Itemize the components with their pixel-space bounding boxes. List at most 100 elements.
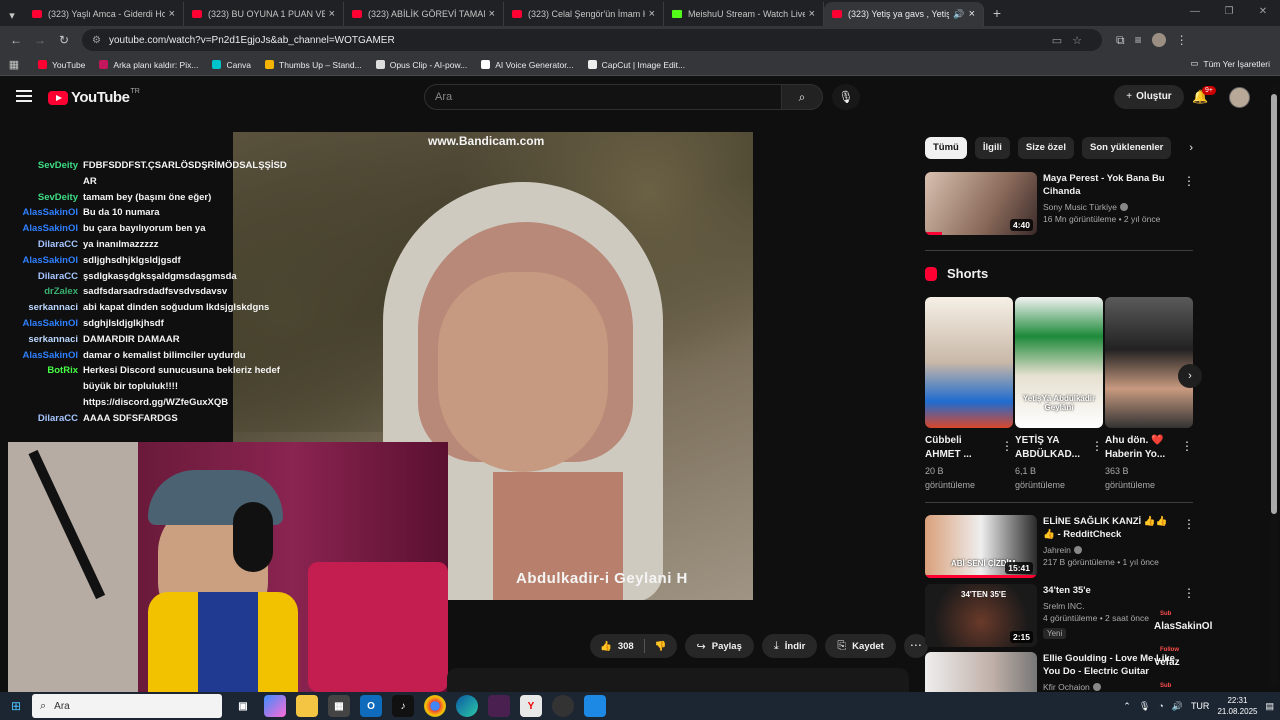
video-title[interactable]: 34'ten 35'e (1043, 584, 1177, 597)
apps-grid-icon[interactable]: ▦ (0, 58, 28, 71)
channel-name[interactable]: Jahrein (1043, 545, 1177, 555)
short-thumbnail[interactable]: YetişYâ Abdülkâdir Geylânî (1015, 297, 1103, 428)
close-tab-icon[interactable]: × (329, 8, 335, 20)
more-options-icon[interactable]: ⋮ (1001, 439, 1013, 453)
close-tab-icon[interactable]: × (489, 8, 495, 20)
close-tab-icon[interactable]: × (649, 8, 655, 20)
back-icon[interactable]: ← (4, 33, 28, 47)
menu-icon[interactable] (16, 90, 32, 105)
store-icon[interactable]: ▦ (328, 695, 350, 717)
channel-name[interactable]: Srelm INC. (1043, 601, 1177, 611)
dislike-button[interactable]: 👎 (645, 634, 677, 658)
filter-chip[interactable]: Tümü (925, 137, 967, 159)
video-thumbnail[interactable]: 4:40 (925, 172, 1037, 235)
reload-icon[interactable]: ↻ (52, 33, 76, 47)
download-button[interactable]: ⤓ İndir (761, 634, 818, 658)
account-avatar[interactable] (1229, 87, 1250, 108)
bookmark-item[interactable]: YouTube (38, 60, 85, 70)
filter-chip[interactable]: İlgili (974, 137, 1010, 159)
more-options-icon[interactable]: ⋮ (1183, 174, 1195, 188)
bookmark-item[interactable]: Arka planı kaldır: Pix... (99, 60, 198, 70)
browser-menu-icon[interactable]: ⋮ (1176, 33, 1188, 47)
recommended-video[interactable]: ABİ SENİ ÇİZDİM 15:41 ELİNE SAĞLIK KANZİ… (925, 515, 1195, 578)
short-thumbnail[interactable] (925, 297, 1013, 428)
tab-search-icon[interactable]: ▾ (0, 4, 24, 26)
search-icon[interactable]: ⌕ (781, 84, 823, 110)
chevron-right-icon[interactable]: › (1178, 364, 1202, 388)
site-info-icon[interactable]: ⚙ (92, 35, 101, 46)
youtube-logo[interactable]: YouTube TR (48, 88, 140, 106)
more-options-icon[interactable]: ⋮ (1181, 439, 1193, 453)
obs-icon[interactable] (552, 695, 574, 717)
tiktok-icon[interactable]: ♪ (392, 695, 414, 717)
description-panel[interactable] (447, 668, 909, 694)
recommended-video[interactable]: 4:40 Maya Perest - Yok Bana Bu Cihanda S… (925, 172, 1195, 235)
more-options-icon[interactable]: ⋮ (1183, 517, 1195, 531)
forward-icon[interactable]: → (28, 33, 52, 47)
close-tab-icon[interactable]: × (169, 8, 175, 20)
volume-icon[interactable]: 🔊 (1172, 701, 1183, 712)
all-bookmarks-button[interactable]: ▭ Tüm Yer İşaretleri (1190, 58, 1270, 69)
channel-name[interactable]: Kfir Ochaion (1043, 682, 1177, 692)
short-title[interactable]: Ahu dön. ❤️ Haberin Yo... (1105, 434, 1175, 462)
short-thumbnail[interactable] (1105, 297, 1193, 428)
edge-icon[interactable] (456, 695, 478, 717)
create-button[interactable]: + Oluştur (1114, 85, 1184, 109)
profile-avatar[interactable] (1151, 33, 1166, 47)
short-title[interactable]: Cübbeli AHMET ... (925, 434, 995, 462)
maximize-icon[interactable]: ❐ (1212, 0, 1246, 24)
share-button[interactable]: ↪ Paylaş (684, 634, 754, 658)
bookmark-item[interactable]: CapCut | Image Edit... (587, 60, 685, 70)
microphone-icon[interactable]: 🎙 (832, 84, 860, 110)
channel-name[interactable]: Sony Music Türkiye (1043, 202, 1177, 212)
more-options-icon[interactable]: ⋮ (1183, 586, 1195, 600)
like-button[interactable]: 👍 308 (590, 634, 644, 658)
bookmark-item[interactable]: Opus Clip - AI-pow... (375, 60, 467, 70)
outlook-icon[interactable]: O (360, 695, 382, 717)
save-button[interactable]: ⎘ Kaydet (825, 634, 896, 658)
short-title[interactable]: YETİŞ YA ABDÜLKAD... (1015, 434, 1085, 462)
short-item[interactable]: YetişYâ Abdülkâdir Geylânî YETİŞ YA ABDÜL… (1015, 297, 1103, 492)
close-tab-icon[interactable]: × (809, 8, 815, 20)
recommended-video[interactable]: 34'TEN 35'E 2:15 34'ten 35'e Srelm INC. … (925, 584, 1195, 647)
browser-tab[interactable]: (323) Yetiş ya gavs , Yetiş ya🔊 × (824, 2, 984, 26)
browser-tab[interactable]: (323) Yaşlı Amca - Giderdi Hoşuma × (24, 2, 184, 26)
app-icon-blue[interactable] (584, 695, 606, 717)
close-window-icon[interactable]: ✕ (1246, 0, 1280, 24)
browser-tab[interactable]: (323) ABİLİK GÖREVİ TAMAMLA × (344, 2, 504, 26)
media-control-icon[interactable]: ≡ (1135, 33, 1142, 47)
audio-playing-icon[interactable]: 🔊 (953, 9, 964, 20)
page-scrollbar[interactable] (1271, 86, 1277, 686)
bookmark-item[interactable]: Canva (212, 60, 251, 70)
short-item[interactable]: Cübbeli AHMET ... 20 B görüntüleme ⋮ (925, 297, 1013, 492)
app-icon[interactable] (488, 695, 510, 717)
scrollbar-thumb[interactable] (1271, 94, 1277, 514)
copilot-icon[interactable] (264, 695, 286, 717)
filter-chip[interactable]: Son yüklenenler (1081, 137, 1172, 159)
search-input[interactable]: Ara (424, 84, 782, 110)
video-thumbnail[interactable] (925, 652, 1037, 692)
video-thumbnail[interactable]: 34'TEN 35'E 2:15 (925, 584, 1037, 647)
taskbar-clock[interactable]: 22:31 21.08.2025 (1217, 695, 1257, 717)
windows-start-icon[interactable]: ⊞ (0, 699, 32, 713)
omnibox-actions-icon[interactable]: ▭☆ (1052, 34, 1092, 47)
extensions-icon[interactable]: ⧉ (1116, 33, 1125, 48)
video-title[interactable]: ELİNE SAĞLIK KANZİ 👍👍👍 - RedditCheck (1043, 515, 1177, 541)
browser-tab[interactable]: (323) Celal Şengör'ün İmam Ha × (504, 2, 664, 26)
address-bar[interactable]: ⚙ youtube.com/watch?v=Pn2d1EgjoJs&ab_cha… (82, 29, 1102, 51)
filter-chip[interactable]: Size özel (1017, 137, 1074, 159)
chevron-right-icon[interactable]: › (1189, 142, 1193, 154)
more-options-icon[interactable]: ⋮ (1091, 439, 1103, 453)
video-title[interactable]: Maya Perest - Yok Bana Bu Cihanda (1043, 172, 1177, 198)
tray-overflow-icon[interactable]: ⌃ (1123, 701, 1131, 712)
tray-microphone-icon[interactable]: 🎙 (1139, 701, 1150, 712)
task-view-icon[interactable]: ▣ (232, 695, 254, 717)
bookmark-item[interactable]: AI Voice Generator... (481, 60, 574, 70)
close-tab-icon[interactable]: × (969, 8, 975, 20)
bookmark-item[interactable]: Thumbs Up – Stand... (265, 60, 362, 70)
yandex-icon[interactable]: Y (520, 695, 542, 717)
browser-tab[interactable]: (323) BU OYUNA 1 PUAN VERİN × (184, 2, 344, 26)
language-indicator[interactable]: TUR (1191, 701, 1210, 711)
taskbar-search[interactable]: ⌕ Ara (32, 694, 222, 718)
notification-center-icon[interactable]: ▤ (1265, 701, 1274, 712)
